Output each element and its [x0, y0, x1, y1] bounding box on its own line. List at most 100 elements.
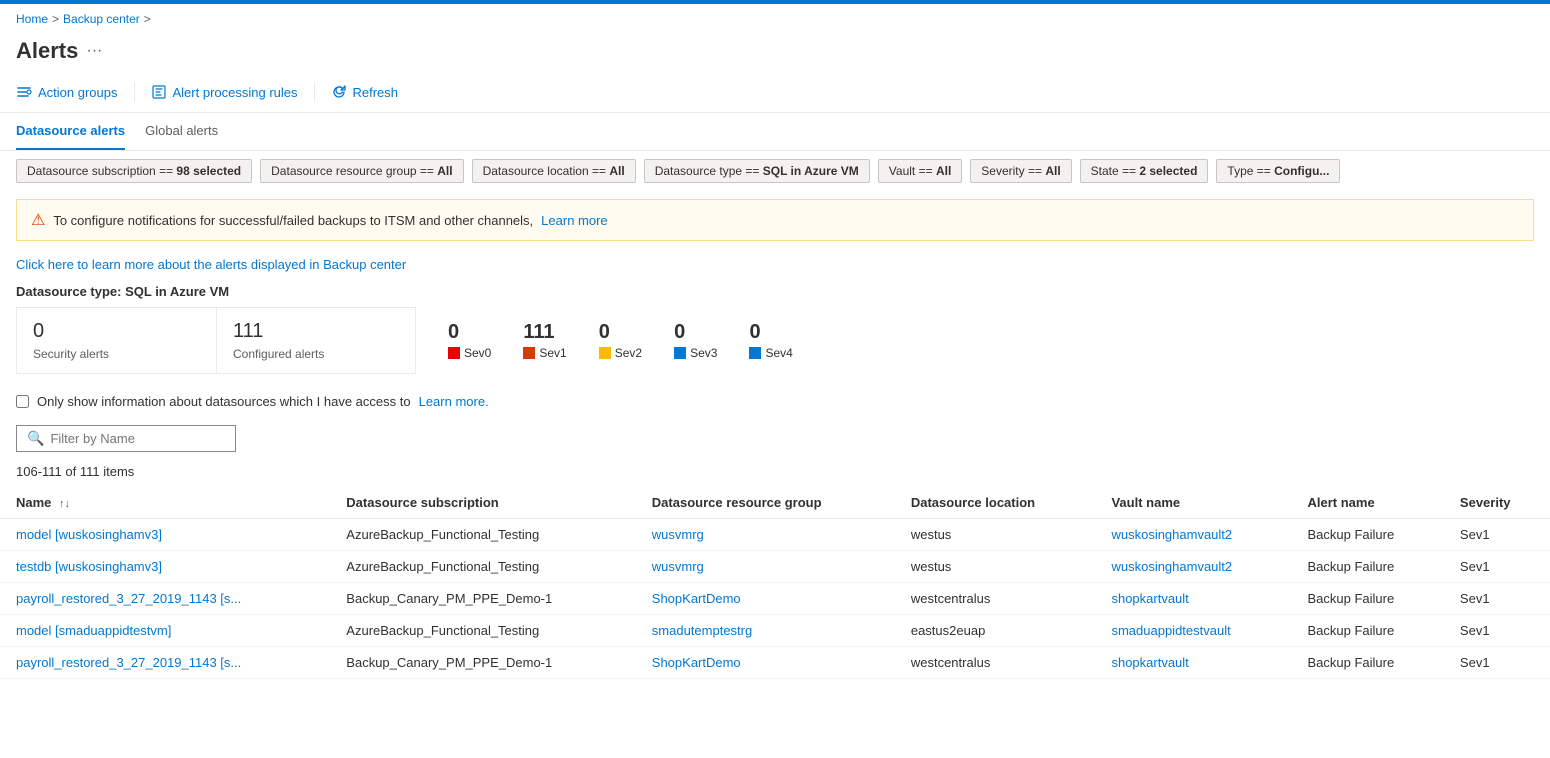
sev1-dot — [523, 347, 535, 359]
breadcrumb: Home > Backup center > — [0, 4, 1550, 34]
cell-alert-name: Backup Failure — [1292, 551, 1444, 583]
table-row: payroll_restored_3_27_2019_1143 [s... Ba… — [0, 647, 1550, 679]
action-groups-button[interactable]: Action groups — [16, 80, 118, 104]
vault-link[interactable]: wuskosinghamvault2 — [1111, 527, 1232, 542]
resource-group-link[interactable]: wusvmrg — [652, 527, 704, 542]
cell-severity: Sev1 — [1444, 615, 1550, 647]
sev2-stat: 0 Sev2 — [599, 321, 642, 360]
security-alerts-card: 0 Security alerts — [16, 307, 216, 374]
cell-severity: Sev1 — [1444, 583, 1550, 615]
sev2-dot — [599, 347, 611, 359]
warning-banner: ⚠ To configure notifications for success… — [16, 199, 1534, 241]
cell-subscription: Backup_Canary_PM_PPE_Demo-1 — [330, 647, 635, 679]
warning-learn-more-link[interactable]: Learn more — [541, 213, 607, 228]
cell-name: testdb [wuskosinghamv3] — [0, 551, 330, 583]
configured-alerts-card[interactable]: 111 Configured alerts — [216, 307, 416, 374]
alert-processing-rules-button[interactable]: Alert processing rules — [151, 80, 298, 104]
search-box-container: 🔍 — [16, 425, 236, 452]
cell-severity: Sev1 — [1444, 519, 1550, 551]
filter-resource-group[interactable]: Datasource resource group == All — [260, 159, 463, 183]
resource-group-link[interactable]: ShopKartDemo — [652, 655, 741, 670]
breadcrumb-sep1: > — [52, 12, 59, 26]
table-row: payroll_restored_3_27_2019_1143 [s... Ba… — [0, 583, 1550, 615]
name-link[interactable]: testdb [wuskosinghamv3] — [16, 559, 162, 574]
cell-vault: shopkartvault — [1095, 583, 1291, 615]
filter-type[interactable]: Type == Configu... — [1216, 159, 1340, 183]
resource-group-link[interactable]: wusvmrg — [652, 559, 704, 574]
action-groups-icon — [16, 84, 32, 100]
cell-location: westcentralus — [895, 583, 1096, 615]
stats-row: 0 Security alerts 111 Configured alerts … — [0, 307, 1550, 386]
search-input[interactable] — [50, 431, 225, 446]
cell-vault: smaduappidtestvault — [1095, 615, 1291, 647]
content-area: Name ↑↓ Datasource subscription Datasour… — [0, 487, 1550, 679]
vault-link[interactable]: shopkartvault — [1111, 591, 1188, 606]
access-checkbox-row: Only show information about datasources … — [0, 386, 1550, 425]
sev0-stat: 0 Sev0 — [448, 321, 491, 360]
refresh-button[interactable]: Refresh — [331, 80, 399, 104]
filter-severity[interactable]: Severity == All — [970, 159, 1071, 183]
col-header-severity[interactable]: Severity — [1444, 487, 1550, 519]
breadcrumb-backup-center[interactable]: Backup center — [63, 12, 140, 26]
sev0-dot — [448, 347, 460, 359]
toolbar-sep-2 — [314, 82, 315, 102]
cell-vault: shopkartvault — [1095, 647, 1291, 679]
col-header-subscription[interactable]: Datasource subscription — [330, 487, 635, 519]
filter-datasource-type[interactable]: Datasource type == SQL in Azure VM — [644, 159, 870, 183]
tab-global-alerts[interactable]: Global alerts — [145, 113, 218, 150]
alerts-table: Name ↑↓ Datasource subscription Datasour… — [0, 487, 1550, 679]
sev3-label: Sev3 — [690, 346, 717, 360]
page-more-icon[interactable]: ··· — [86, 42, 102, 60]
vault-link[interactable]: wuskosinghamvault2 — [1111, 559, 1232, 574]
col-header-vault[interactable]: Vault name — [1095, 487, 1291, 519]
cell-subscription: AzureBackup_Functional_Testing — [330, 519, 635, 551]
filter-location[interactable]: Datasource location == All — [472, 159, 636, 183]
table-row: model [smaduappidtestvm] AzureBackup_Fun… — [0, 615, 1550, 647]
toolbar-sep-1 — [134, 82, 135, 102]
cell-subscription: AzureBackup_Functional_Testing — [330, 615, 635, 647]
table-row: model [wuskosinghamv3] AzureBackup_Funct… — [0, 519, 1550, 551]
access-learn-more-link[interactable]: Learn more. — [419, 394, 489, 409]
configured-alerts-count: 111 — [233, 320, 399, 343]
page-header: Alerts ··· — [0, 34, 1550, 72]
info-alerts-link[interactable]: Click here to learn more about the alert… — [0, 249, 1550, 280]
vault-link[interactable]: shopkartvault — [1111, 655, 1188, 670]
warning-icon: ⚠ — [31, 210, 45, 230]
col-header-name[interactable]: Name ↑↓ — [0, 487, 330, 519]
name-link[interactable]: model [smaduappidtestvm] — [16, 623, 171, 638]
col-header-alert-name[interactable]: Alert name — [1292, 487, 1444, 519]
cell-resource-group: wusvmrg — [636, 551, 895, 583]
sev3-stat: 0 Sev3 — [674, 321, 717, 360]
resource-group-link[interactable]: smadutemptestrg — [652, 623, 752, 638]
cell-location: eastus2euap — [895, 615, 1096, 647]
toolbar: Action groups Alert processing rules Ref… — [0, 72, 1550, 113]
cell-vault: wuskosinghamvault2 — [1095, 551, 1291, 583]
cell-severity: Sev1 — [1444, 551, 1550, 583]
name-link[interactable]: payroll_restored_3_27_2019_1143 [s... — [16, 655, 241, 670]
resource-group-link[interactable]: ShopKartDemo — [652, 591, 741, 606]
col-header-resource-group[interactable]: Datasource resource group — [636, 487, 895, 519]
access-checkbox-label: Only show information about datasources … — [37, 394, 411, 409]
breadcrumb-home[interactable]: Home — [16, 12, 48, 26]
col-header-location[interactable]: Datasource location — [895, 487, 1096, 519]
vault-link[interactable]: smaduappidtestvault — [1111, 623, 1230, 638]
refresh-icon — [331, 84, 347, 100]
cell-name: payroll_restored_3_27_2019_1143 [s... — [0, 583, 330, 615]
filter-vault[interactable]: Vault == All — [878, 159, 963, 183]
sev3-count: 0 — [674, 321, 685, 344]
filter-state[interactable]: State == 2 selected — [1080, 159, 1209, 183]
cell-name: model [wuskosinghamv3] — [0, 519, 330, 551]
name-link[interactable]: payroll_restored_3_27_2019_1143 [s... — [16, 591, 241, 606]
name-link[interactable]: model [wuskosinghamv3] — [16, 527, 162, 542]
filter-subscription[interactable]: Datasource subscription == 98 selected — [16, 159, 252, 183]
sev0-label: Sev0 — [464, 346, 491, 360]
access-checkbox[interactable] — [16, 395, 29, 408]
cell-alert-name: Backup Failure — [1292, 647, 1444, 679]
search-icon: 🔍 — [27, 430, 44, 447]
sev0-count: 0 — [448, 321, 459, 344]
sort-icon-name[interactable]: ↑↓ — [59, 498, 70, 510]
cell-alert-name: Backup Failure — [1292, 583, 1444, 615]
severity-stats: 0 Sev0 111 Sev1 0 Sev2 0 Sev3 — [416, 307, 793, 374]
tab-datasource-alerts[interactable]: Datasource alerts — [16, 113, 125, 150]
page-title: Alerts — [16, 38, 78, 64]
